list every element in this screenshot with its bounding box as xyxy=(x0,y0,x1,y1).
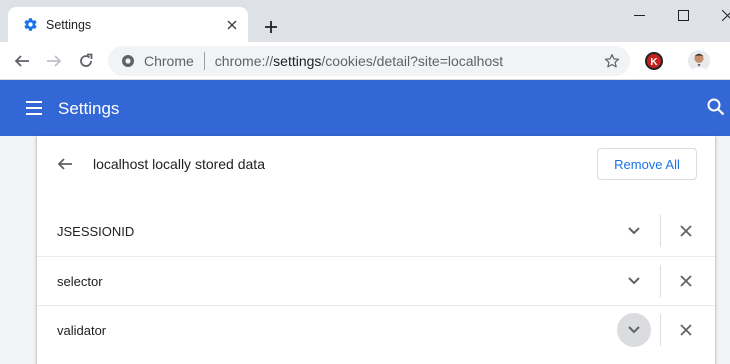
url-text[interactable]: chrome://settings/cookies/detail?site=lo… xyxy=(215,53,602,69)
menu-hamburger-icon[interactable] xyxy=(24,98,44,118)
tab-settings[interactable]: Settings xyxy=(8,7,248,42)
maximize-icon[interactable] xyxy=(660,0,706,30)
search-icon[interactable] xyxy=(706,97,728,119)
delete-close-icon[interactable] xyxy=(671,216,701,246)
row-divider xyxy=(660,314,661,346)
url-path: /cookies/detail?site=localhost xyxy=(321,53,504,69)
site-data-card: localhost locally stored data Remove All… xyxy=(37,136,715,364)
cookie-row: JSESSIONID xyxy=(37,207,715,256)
cookie-name: JSESSIONID xyxy=(57,224,135,239)
chrome-logo-icon xyxy=(120,53,136,69)
reload-icon[interactable] xyxy=(72,47,100,75)
tab-strip: Settings xyxy=(0,0,730,42)
delete-close-icon[interactable] xyxy=(671,266,701,296)
remove-all-button[interactable]: Remove All xyxy=(597,148,697,180)
minimize-icon[interactable] xyxy=(616,0,662,30)
site-chip-label: Chrome xyxy=(144,53,194,69)
new-tab-button[interactable] xyxy=(258,14,284,40)
close-window-icon[interactable] xyxy=(704,0,730,30)
url-host: settings xyxy=(273,53,322,69)
expand-chevron-icon[interactable] xyxy=(617,264,651,298)
url-scheme: chrome:// xyxy=(214,53,274,69)
cookie-row: selector xyxy=(37,256,715,305)
delete-close-icon[interactable] xyxy=(671,315,701,345)
expand-chevron-icon[interactable] xyxy=(617,313,651,347)
chip-divider xyxy=(203,52,205,70)
tab-title: Settings xyxy=(46,17,92,32)
row-divider xyxy=(660,215,661,247)
settings-header: Settings xyxy=(0,80,730,136)
page-title: Settings xyxy=(58,99,120,118)
address-bar[interactable]: Chrome chrome://settings/cookies/detail?… xyxy=(108,46,630,76)
cookie-name: selector xyxy=(57,274,103,289)
card-header: localhost locally stored data Remove All xyxy=(37,136,715,194)
profile-avatar[interactable] xyxy=(688,50,710,72)
cookie-row: validator xyxy=(37,305,715,354)
extension-letter: K xyxy=(650,57,658,68)
cookie-name: validator xyxy=(57,323,107,338)
back-arrow-icon[interactable] xyxy=(53,152,77,176)
browser-toolbar: Chrome chrome://settings/cookies/detail?… xyxy=(0,42,730,80)
close-tab-icon[interactable] xyxy=(222,15,242,35)
back-arrow-icon[interactable] xyxy=(8,47,36,75)
settings-gear-icon xyxy=(22,17,38,33)
expand-chevron-icon[interactable] xyxy=(617,214,651,248)
bookmark-star-icon[interactable] xyxy=(602,51,622,71)
settings-content: localhost locally stored data Remove All… xyxy=(0,136,730,364)
card-title: localhost locally stored data xyxy=(93,156,265,172)
forward-arrow-icon[interactable] xyxy=(40,47,68,75)
extension-k-icon[interactable]: K xyxy=(644,51,664,71)
row-divider xyxy=(660,265,661,297)
